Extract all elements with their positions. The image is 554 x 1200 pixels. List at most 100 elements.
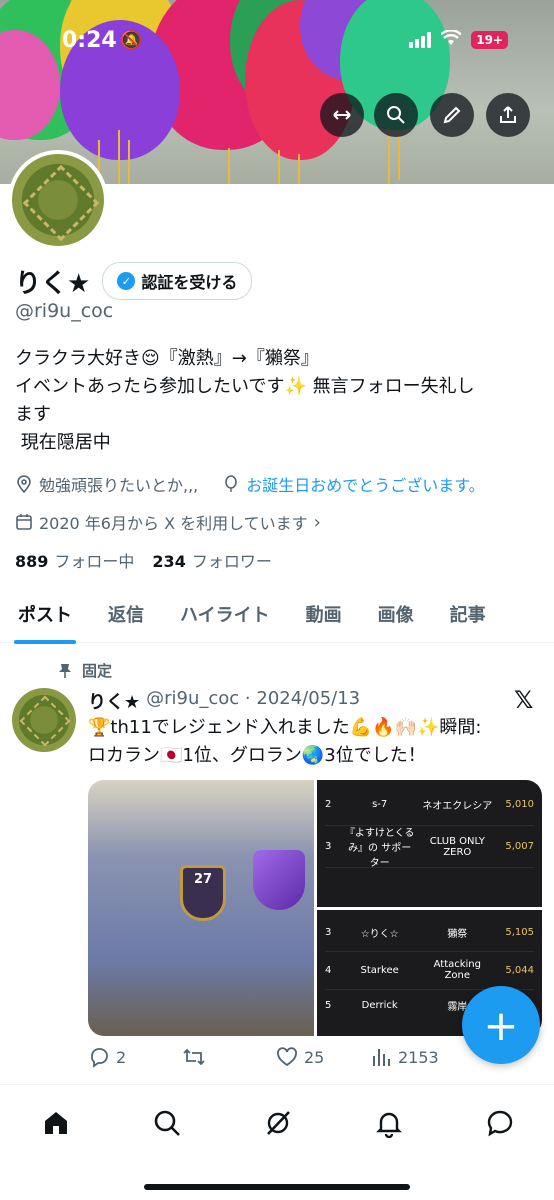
profile-tabs: ポスト 返信 ハイライト 動画 画像 記事 bbox=[0, 585, 554, 644]
tab-posts[interactable]: ポスト bbox=[0, 585, 90, 644]
get-verified-label: 認証を受ける bbox=[141, 273, 238, 292]
rank-position: 2 bbox=[325, 799, 332, 810]
share-button[interactable] bbox=[486, 93, 530, 137]
search-icon bbox=[154, 1110, 180, 1136]
followers-count: 234 bbox=[152, 552, 186, 571]
reply-button[interactable]: 2 bbox=[88, 1046, 182, 1068]
plus-icon: + bbox=[483, 1000, 519, 1050]
profile-avatar[interactable] bbox=[8, 150, 108, 250]
tweet-text-line: 🏆th11でレジェンド入れました💪🔥🙌🏻✨瞬間: bbox=[88, 717, 482, 738]
name-row: りく★ ✓ 認証を受ける bbox=[15, 262, 253, 300]
grok-icon bbox=[267, 1111, 290, 1135]
home-icon bbox=[45, 1112, 67, 1134]
tweet-text[interactable]: 🏆th11でレジェンド入れました💪🔥🙌🏻✨瞬間: ロカラン🇯🇵1位、グロラン🌏3… bbox=[88, 714, 543, 770]
search-profile-button[interactable] bbox=[374, 93, 418, 137]
views-bar-chart-icon bbox=[373, 1049, 390, 1066]
bio-line: イベントあったら参加したいです✨ 無言フォロー失礼し bbox=[15, 376, 475, 397]
birthday-link[interactable]: お誕生日おめでとうございます。 bbox=[246, 472, 484, 496]
bio-line: 現在隠居中 bbox=[15, 432, 111, 453]
tab-replies[interactable]: 返信 bbox=[90, 585, 162, 643]
following-label: フォロー中 bbox=[54, 552, 135, 571]
rank-position: 3 bbox=[325, 926, 332, 938]
wifi-icon bbox=[440, 29, 463, 50]
verified-badge-icon: ✓ bbox=[117, 272, 136, 290]
pinned-indicator: 固定 bbox=[58, 660, 112, 681]
ranking-row: 4 Starkee Attacking Zone 5,044 bbox=[325, 952, 534, 990]
nav-notifications[interactable] bbox=[369, 1103, 409, 1143]
ranking-row: 2 s-7 ネオエクレシア 5,010 bbox=[325, 784, 534, 826]
bio-line: クラクラ大好き😌『激熱』→『獺祭』 bbox=[15, 348, 319, 369]
following-link[interactable]: 889 フォロー中 bbox=[15, 548, 134, 572]
display-name: りく★ bbox=[15, 268, 91, 299]
joined-row[interactable]: 2020 年6月から X を利用しています › bbox=[15, 510, 321, 534]
trophy-level-badge: 27 bbox=[180, 865, 226, 921]
rank-player: ☆りく☆ bbox=[360, 928, 399, 940]
rank-points: 5,044 bbox=[505, 964, 534, 976]
rank-position: 3 bbox=[325, 841, 332, 852]
compose-post-button[interactable]: + bbox=[462, 986, 540, 1064]
get-verified-button[interactable]: ✓ 認証を受ける bbox=[102, 262, 253, 300]
pin-icon bbox=[59, 663, 71, 678]
arrows-horizontal-icon bbox=[333, 110, 351, 120]
rank-points: 5,105 bbox=[505, 926, 534, 938]
rank-points: 5,010 bbox=[505, 799, 534, 810]
search-icon bbox=[387, 106, 405, 124]
media-image-ranking-top[interactable]: 2 s-7 ネオエクレシア 5,010 3 『よすけとくるみ』の サポーター C… bbox=[317, 780, 542, 907]
retweet-icon bbox=[183, 1048, 205, 1066]
status-time: 0:24 bbox=[62, 28, 117, 53]
tab-videos[interactable]: 動画 bbox=[288, 585, 360, 643]
rank-position: 4 bbox=[325, 964, 332, 976]
profile-bio: クラクラ大好き😌『激熱』→『獺祭』 イベントあったら参加したいです✨ 無言フォロ… bbox=[15, 345, 535, 457]
nav-home[interactable] bbox=[36, 1103, 76, 1143]
location-pin-icon bbox=[17, 475, 31, 493]
tab-images[interactable]: 画像 bbox=[360, 585, 432, 643]
edit-profile-button[interactable] bbox=[430, 93, 474, 137]
views-button[interactable]: 2153 bbox=[370, 1046, 480, 1068]
followers-link[interactable]: 234 フォロワー bbox=[152, 548, 271, 572]
heart-icon bbox=[277, 1047, 297, 1067]
nav-messages[interactable] bbox=[480, 1103, 520, 1143]
reply-count: 2 bbox=[116, 1047, 127, 1067]
battery-indicator: 19+ bbox=[471, 31, 508, 49]
rank-points: 5,007 bbox=[505, 841, 534, 852]
nav-grok[interactable] bbox=[258, 1103, 298, 1143]
tab-highlights[interactable]: ハイライト bbox=[162, 585, 288, 643]
ranking-row: 3 ☆りく☆ 獺祭 5,105 bbox=[325, 914, 534, 952]
reply-icon bbox=[91, 1048, 108, 1068]
tweet-handle-date: @ri9u_coc · 2024/05/13 bbox=[146, 688, 361, 709]
like-count: 25 bbox=[304, 1047, 325, 1067]
rank-player: s-7 bbox=[372, 799, 388, 810]
rank-player: Starkee bbox=[360, 964, 399, 976]
bottom-navigation bbox=[0, 1084, 554, 1200]
view-count: 2153 bbox=[398, 1047, 439, 1067]
retweet-button[interactable] bbox=[182, 1046, 276, 1068]
status-bar: 0:24 🔕 19+ bbox=[0, 0, 554, 84]
tweet-author-avatar[interactable] bbox=[12, 688, 76, 752]
move-banner-button[interactable] bbox=[320, 93, 364, 137]
tweet-author-name[interactable]: りく★ bbox=[88, 688, 140, 714]
tweet-text-line: ロカラン🇯🇵1位、グロラン🌏3位でした！ bbox=[88, 745, 426, 766]
rank-position: 5 bbox=[325, 1000, 332, 1011]
tweet-header: りく★ @ri9u_coc · 2024/05/13 bbox=[88, 688, 360, 714]
ranking-row: 3 『よすけとくるみ』の サポーター CLUB ONLY ZERO 5,007 bbox=[325, 826, 534, 869]
nav-search[interactable] bbox=[147, 1103, 187, 1143]
rank-clan: 獺祭 bbox=[447, 928, 468, 940]
profile-meta: 勉強頑張りたいとか,,, お誕生日おめでとうございます。 bbox=[15, 472, 485, 496]
tab-articles[interactable]: 記事 bbox=[432, 585, 504, 643]
media-image-game-profile[interactable]: 27 bbox=[88, 780, 314, 1036]
rank-clan: CLUB ONLY ZERO bbox=[429, 835, 485, 858]
cellular-signal-icon bbox=[409, 32, 432, 48]
like-button[interactable]: 25 bbox=[276, 1046, 370, 1068]
legend-league-icon bbox=[253, 850, 305, 910]
x-logo-icon: 𝕏 bbox=[514, 686, 534, 714]
rank-clan: ネオエクレシア bbox=[422, 801, 493, 812]
status-indicators: 19+ bbox=[409, 29, 508, 50]
balloon-icon bbox=[225, 475, 238, 492]
pencil-icon bbox=[443, 106, 461, 124]
profile-handle: @ri9u_coc bbox=[15, 300, 114, 322]
messages-icon bbox=[487, 1110, 513, 1137]
followers-label: フォロワー bbox=[191, 552, 272, 571]
profile-location: 勉強頑張りたいとか,,, bbox=[39, 476, 199, 495]
pinned-label: 固定 bbox=[82, 662, 113, 680]
rank-clan: Attacking Zone bbox=[433, 959, 481, 981]
